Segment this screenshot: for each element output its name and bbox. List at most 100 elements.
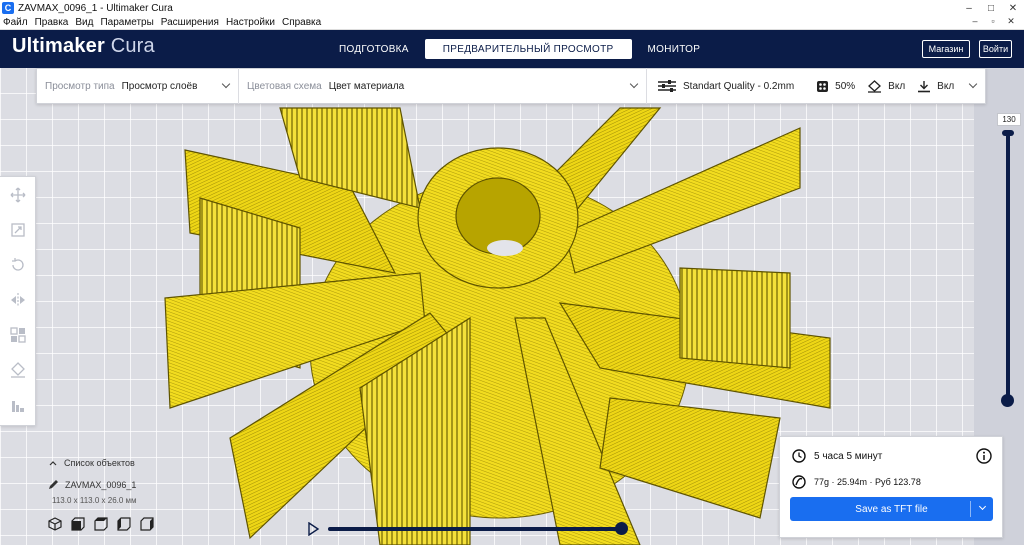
spool-icon [792,475,806,489]
per-model-settings-button[interactable] [0,317,36,352]
cura-app-icon: C [2,2,14,14]
path-slider-handle[interactable] [615,522,628,535]
move-icon [10,187,26,202]
rotate-tool-button[interactable] [0,247,36,282]
chevron-down-icon [221,79,231,89]
adhesion-icon [918,80,931,92]
view-front-button[interactable] [71,517,85,534]
print-time: 5 часа 5 минут [814,450,883,462]
view-3d-button[interactable] [48,517,62,534]
support-value: Вкл [888,80,906,92]
color-scheme-value: Цвет материала [328,80,405,92]
view-type-value: Просмотр слоёв [121,80,198,92]
app-header: Ultimaker Cura ПОДГОТОВКА ПРЕДВАРИТЕЛЬНЫ… [0,30,1024,68]
chevron-down-icon [629,79,639,89]
menu-file[interactable]: Файл [3,17,28,28]
support-item: Вкл [867,79,906,93]
mdi-restore-button[interactable]: ▫ [984,16,1002,30]
mdi-controls: – ▫ ✕ [966,16,1020,30]
material-row: 77g · 25.94m · Руб 123.78 [792,475,921,489]
menu-preferences[interactable]: Настройки [226,17,275,28]
pencil-icon[interactable] [48,479,59,490]
support-blocker-icon [11,361,25,378]
save-output-button[interactable]: Save as TFT file [790,497,993,521]
clock-icon [792,449,806,463]
per-model-settings-icon [10,326,26,343]
rotate-icon [12,257,24,271]
menu-extensions[interactable]: Расширения [161,17,219,28]
model-blade [679,267,791,369]
chevron-down-icon [968,79,978,89]
cube-right-icon [140,517,154,531]
color-scheme-dropdown[interactable]: Цветовая схема Цвет материала [239,68,647,104]
object-list-header: Список объектов [64,458,135,468]
cube-3d-icon [48,517,62,531]
infill-icon [817,80,829,92]
info-icon[interactable] [976,448,992,464]
path-slider-track[interactable] [328,527,623,531]
signin-button[interactable]: Войти [979,40,1012,58]
mdi-minimize-button[interactable]: – [966,16,984,30]
menu-help[interactable]: Справка [282,17,321,28]
layer-slider-lower-handle[interactable] [1001,394,1014,407]
view-left-button[interactable] [117,517,131,534]
profile-item: Standart Quality - 0.2mm [657,79,794,93]
menu-edit[interactable]: Правка [35,17,69,28]
print-time-row: 5 часа 5 минут [792,449,882,463]
mdi-close-button[interactable]: ✕ [1002,16,1020,30]
support-icon [868,79,882,93]
print-info-panel: 5 часа 5 минут 77g · 25.94m · Руб 123.78… [779,436,1003,538]
left-toolbar [0,176,36,426]
tab-preview[interactable]: ПРЕДВАРИТЕЛЬНЫЙ ПРОСМОТР [424,39,632,59]
menu-view[interactable]: Вид [75,17,93,28]
stage-tabs: ПОДГОТОВКА ПРЕДВАРИТЕЛЬНЫЙ ПРОСМОТР МОНИ… [327,39,712,59]
play-icon[interactable] [306,522,320,536]
adhesion-item: Вкл [917,80,954,93]
cube-top-icon [94,517,108,531]
print-settings-dropdown[interactable]: Standart Quality - 0.2mm 50% Вкл Вкл [647,68,985,104]
tab-prepare[interactable]: ПОДГОТОВКА [327,39,421,59]
view-type-label: Просмотр типа [45,80,115,92]
view-type-dropdown[interactable]: Просмотр типа Просмотр слоёв [37,68,239,104]
model-blade [599,397,781,519]
mirror-icon [11,292,25,307]
profile-value: Standart Quality - 0.2mm [683,80,795,92]
view-settings-bar: Просмотр типа Просмотр слоёв Цветовая сх… [36,68,986,104]
object-list-toggle[interactable]: Список объектов [48,458,218,468]
menu-settings[interactable]: Параметры [100,17,153,28]
maximize-button[interactable]: □ [980,0,1002,16]
save-button-label: Save as TFT file [855,503,928,515]
chevron-up-icon [49,461,57,466]
window-title: ZAVMAX_0096_1 - Ultimaker Cura [18,2,173,14]
cube-front-icon [71,517,85,531]
scale-tool-button[interactable] [0,212,36,247]
support-blocker-button[interactable] [0,352,36,387]
window-controls: – □ ✕ [958,0,1024,16]
brand-product: Cura [104,35,155,57]
marketplace-button[interactable]: Магазин [922,40,970,58]
model-shaft-bore [487,240,523,256]
close-button[interactable]: ✕ [1002,0,1024,16]
cube-left-icon [117,517,131,531]
move-tool-button[interactable] [0,177,36,212]
save-button-divider [970,501,971,517]
brand-logo: Ultimaker Cura [12,35,155,58]
view-top-button[interactable] [94,517,108,534]
brand-name: Ultimaker [12,35,105,57]
tab-monitor[interactable]: МОНИТОР [636,39,713,59]
object-dimensions: 113.0 x 113.0 x 26.0 мм [52,496,137,505]
layer-tool-button[interactable] [0,387,36,422]
bar-stack-icon [12,400,24,412]
object-list-panel: Список объектов ZAVMAX_0096_1 113.0 x 11… [48,458,218,534]
adhesion-value: Вкл [937,80,955,92]
current-layer-input[interactable]: 130 [997,113,1021,126]
minimize-button[interactable]: – [958,0,980,16]
view-right-button[interactable] [140,517,154,534]
simulation-controls [306,519,631,539]
layer-slider-track[interactable] [1006,134,1010,400]
chevron-down-icon[interactable] [978,502,987,511]
mirror-tool-button[interactable] [0,282,36,317]
material-usage: 77g · 25.94m · Руб 123.78 [814,477,921,487]
scale-icon [11,222,25,237]
layer-slider-upper-handle[interactable] [1002,130,1014,136]
